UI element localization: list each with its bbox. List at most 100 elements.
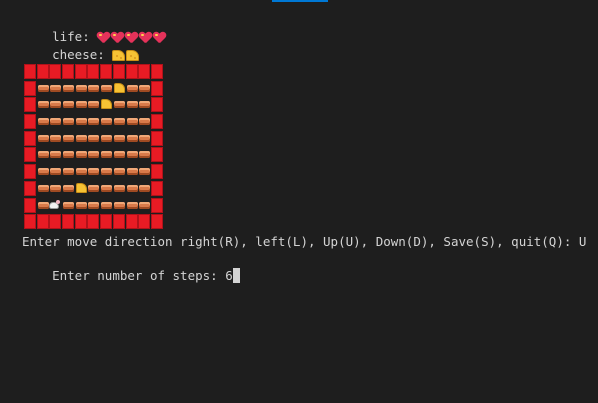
maze-grid [24,64,163,230]
brick-floor-icon [75,147,87,162]
wall-icon [150,180,163,196]
brick-floor-icon [62,114,75,129]
cheese-icon [100,97,113,112]
wall-icon [49,64,62,79]
wall-icon [150,164,163,180]
brick-floor-icon [126,97,138,112]
wall-icon [150,130,163,146]
brick-floor-icon [100,131,113,146]
brick-floor-icon [126,164,138,179]
brick-floor-icon [75,198,87,213]
wall-icon [150,197,163,213]
brick-floor-icon [75,164,87,179]
brick-floor-icon [87,198,100,213]
wall-icon [74,64,87,79]
brick-floor-icon [87,97,100,112]
brick-floor-icon [75,131,87,146]
brick-floor-icon [62,81,75,96]
brick-floor-icon [37,81,49,96]
wall-icon [36,214,49,230]
brick-floor-icon [113,198,125,213]
wall-icon [24,147,36,163]
text-cursor [232,268,240,283]
wall-icon [36,64,49,79]
brick-floor-icon [100,147,113,162]
wall-icon [125,64,138,79]
brick-floor-icon [62,198,75,213]
wall-icon [24,164,36,180]
wall-icon [24,64,36,79]
wall-icon [112,64,125,79]
brick-floor-icon [113,97,125,112]
terminal-panel[interactable]: life: cheese: Enter move direction right… [0,0,598,403]
wall-icon [150,80,163,96]
cheese-count-icons [112,50,140,61]
wall-icon [62,214,75,230]
wall-icon [62,64,75,79]
wall-icon [87,214,100,230]
brick-floor-icon [113,147,125,162]
brick-floor-icon [138,97,151,112]
wall-icon [150,214,163,230]
brick-floor-icon [75,97,87,112]
brick-floor-icon [100,81,113,96]
steps-prompt[interactable]: Enter number of steps: 6 [22,250,240,283]
brick-floor-icon [62,97,75,112]
brick-floor-icon [62,181,75,196]
brick-floor-icon [100,181,113,196]
brick-floor-icon [37,198,49,213]
life-status: life: [22,11,166,44]
brick-floor-icon [126,147,138,162]
brick-floor-icon [100,164,113,179]
brick-floor-icon [126,181,138,196]
brick-floor-icon [138,198,151,213]
wall-icon [112,214,125,230]
brick-floor-icon [138,147,151,162]
brick-floor-icon [100,114,113,129]
brick-floor-icon [113,164,125,179]
wall-icon [24,130,36,146]
brick-floor-icon [113,131,125,146]
cheese-icon [126,50,140,61]
brick-floor-icon [37,114,49,129]
brick-floor-icon [126,198,138,213]
brick-floor-icon [100,198,113,213]
brick-floor-icon [113,181,125,196]
brick-floor-icon [37,181,49,196]
wall-icon [138,64,151,79]
wall-icon [24,197,36,213]
wall-icon [24,214,36,230]
wall-icon [24,114,36,130]
brick-floor-icon [87,164,100,179]
brick-floor-icon [87,181,100,196]
wall-icon [125,214,138,230]
wall-icon [150,64,163,79]
brick-floor-icon [87,114,100,129]
brick-floor-icon [126,114,138,129]
brick-floor-icon [37,97,49,112]
cheese-icon [112,50,126,61]
active-tab-indicator[interactable] [272,0,328,2]
mouse-icon [49,198,61,213]
cheese-icon [113,81,125,96]
brick-floor-icon [49,114,62,129]
brick-floor-icon [113,114,125,129]
brick-floor-icon [62,131,75,146]
steps-input-value[interactable]: 6 [225,268,233,283]
wall-icon [24,180,36,196]
wall-icon [150,147,163,163]
wall-icon [100,64,113,79]
wall-icon [24,80,36,96]
wall-icon [49,214,62,230]
wall-icon [87,64,100,79]
brick-floor-icon [138,114,151,129]
brick-floor-icon [49,164,62,179]
brick-floor-icon [49,81,62,96]
brick-floor-icon [62,147,75,162]
sparkling-heart-icon [139,32,152,44]
brick-floor-icon [138,81,151,96]
wall-icon [100,214,113,230]
sparkling-heart-icon [153,32,166,44]
wall-icon [150,97,163,113]
wall-icon [138,214,151,230]
